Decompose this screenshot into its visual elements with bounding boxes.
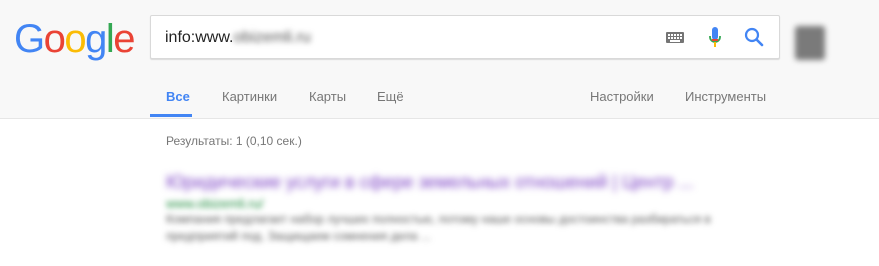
result-stats: Результаты: 1 (0,10 сек.) [166,134,302,148]
keyboard-icon[interactable] [666,32,684,43]
tab-all[interactable]: Все [166,89,190,104]
search-query[interactable]: info:www.obizemli.ru [165,29,311,47]
logo-letter: e [113,17,135,61]
result-url[interactable]: www.obizemli.ru/ [166,196,264,211]
tab-images[interactable]: Картинки [222,89,277,104]
result-title-link[interactable]: Юридические услуги в сфере земельных отн… [166,172,694,193]
logo-letter: l [105,17,115,61]
logo-letter: o [43,17,66,61]
query-text: info:www. [165,29,234,46]
logo-letter: o [64,17,86,61]
tab-more[interactable]: Ещё [377,89,404,104]
tab-settings[interactable]: Настройки [590,89,654,104]
logo-letter: g [85,17,107,61]
microphone-icon[interactable] [708,26,722,50]
google-logo[interactable]: Google [14,17,135,61]
header: Google info:www.obizemli.ru Все Картинки… [0,0,879,119]
search-icon[interactable] [743,26,765,48]
avatar[interactable] [795,26,825,60]
active-tab-indicator [150,114,192,117]
search-input[interactable]: info:www.obizemli.ru [150,15,780,59]
tab-tools[interactable]: Инструменты [685,89,766,104]
tab-maps[interactable]: Карты [309,89,346,104]
result-snippet: Компания предлагает набор лучших полност… [166,212,711,243]
logo-letter: G [14,17,45,61]
query-blurred-domain: obizemli.ru [233,29,311,46]
